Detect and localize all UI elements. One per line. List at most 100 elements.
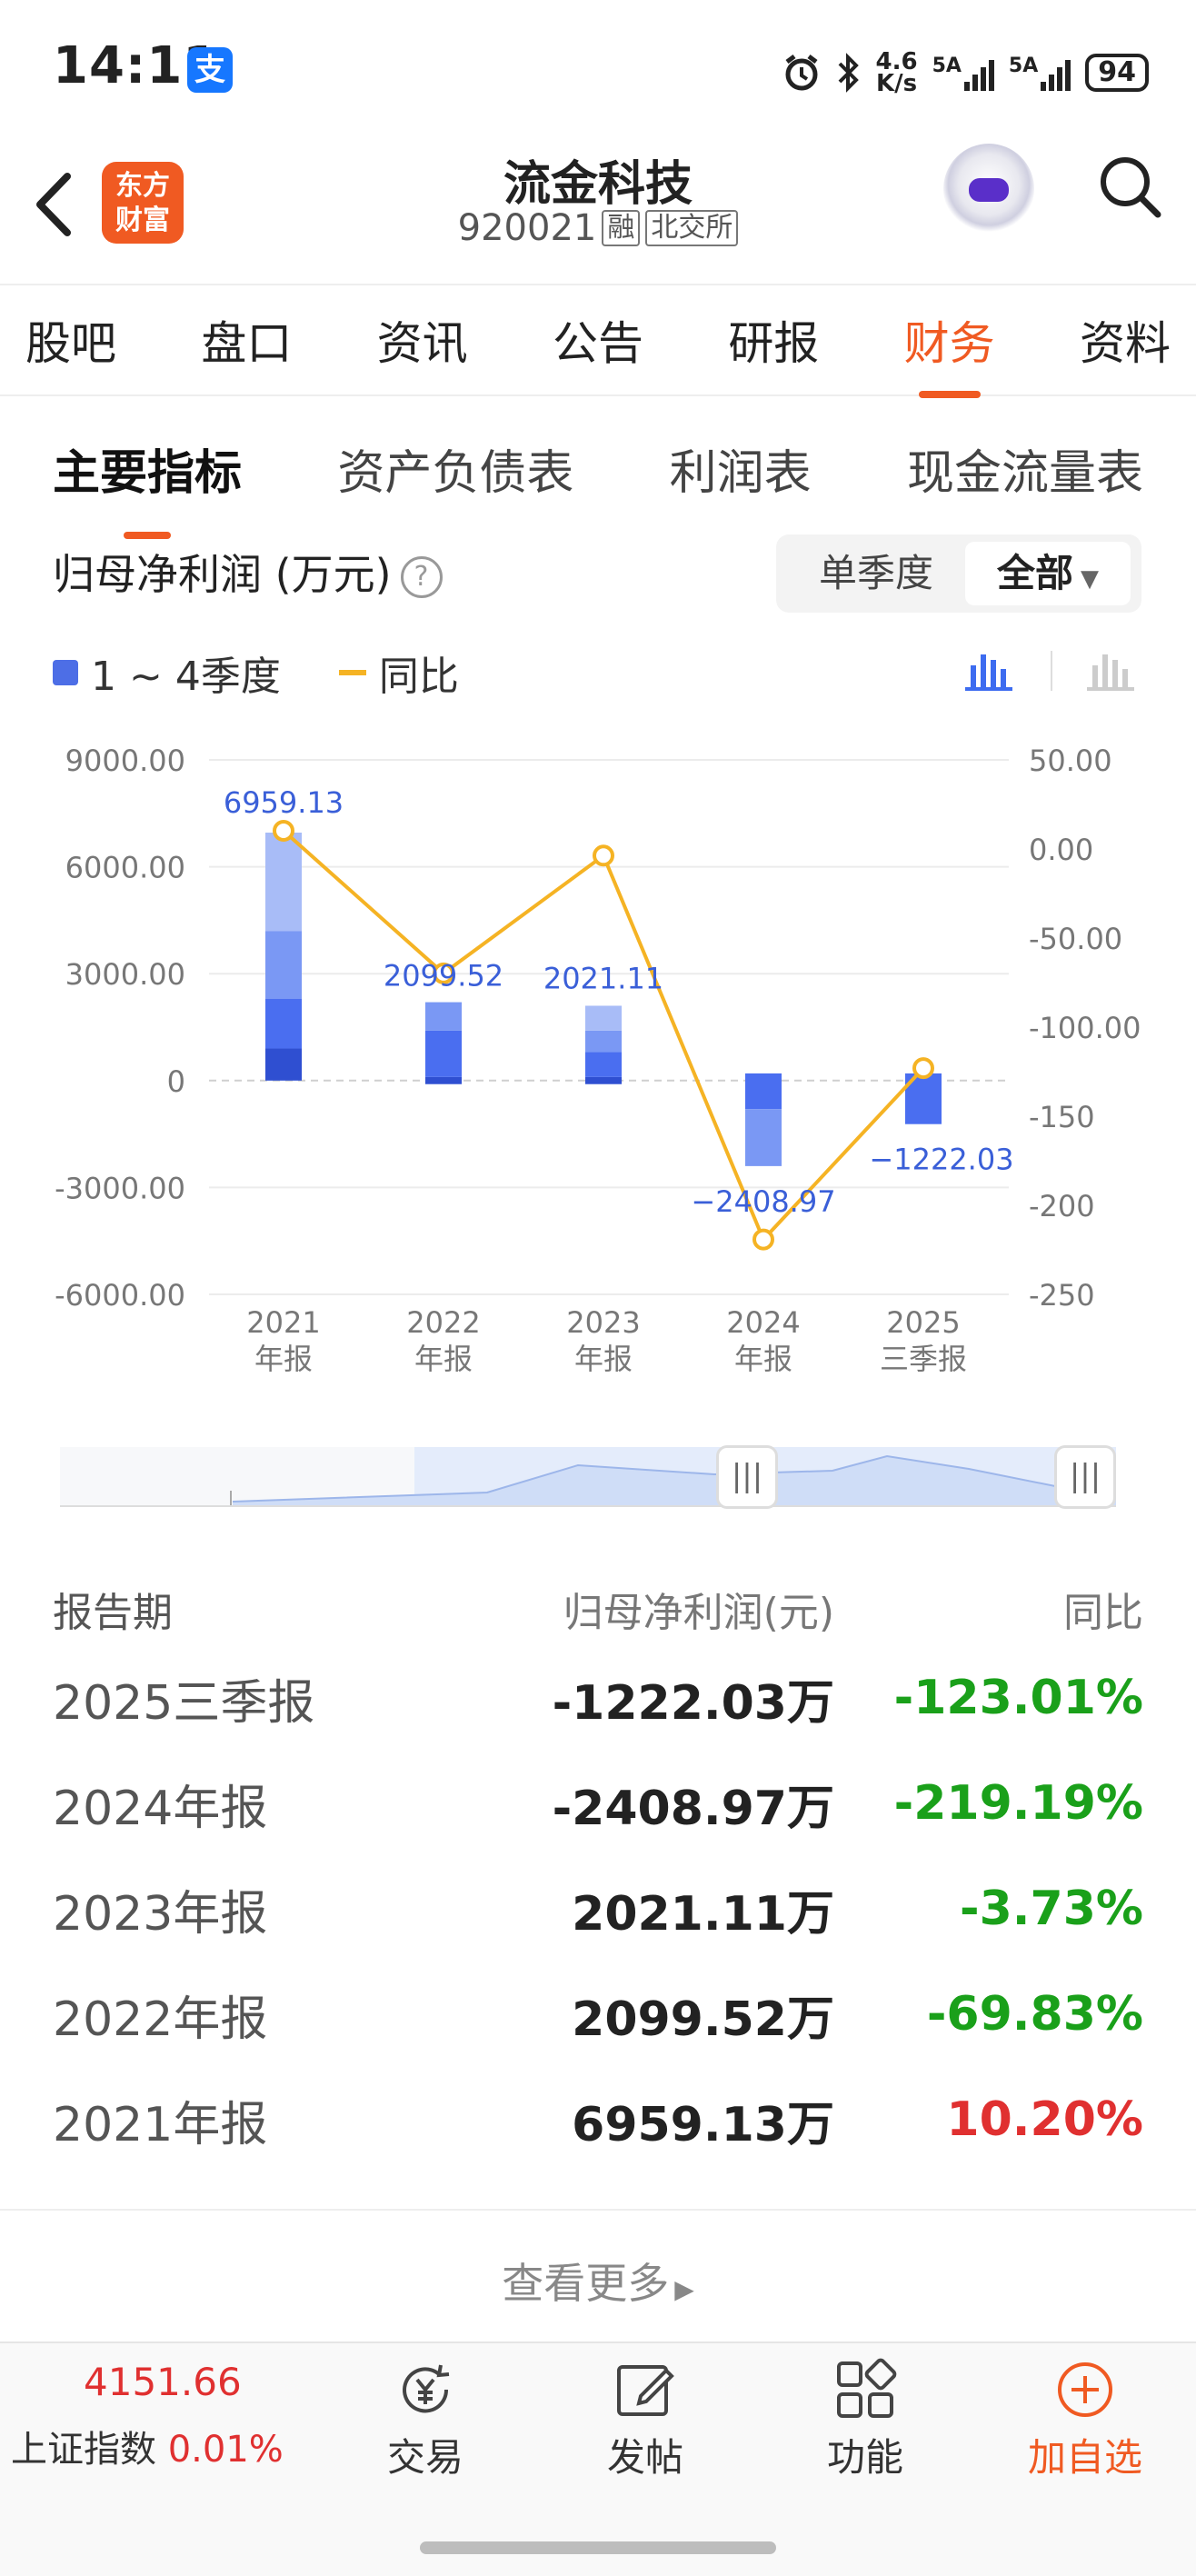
- bar-segment: [745, 1073, 782, 1110]
- index-value[interactable]: 4151.66: [84, 2360, 242, 2404]
- bar-segment: [585, 1005, 622, 1031]
- index-change: 0.01%: [167, 2429, 284, 2471]
- table-row[interactable]: 2024年报 -2408.97万 -219.19%: [53, 1751, 1143, 1856]
- y-tick-right: 50.00: [1029, 744, 1112, 778]
- range-handle-right[interactable]: |||: [1054, 1445, 1116, 1509]
- bar-segment: [585, 1030, 622, 1053]
- tab-guba[interactable]: 股吧: [25, 307, 116, 373]
- exchange-tag: 北交所: [645, 210, 739, 246]
- subtab-income-statement[interactable]: 利润表: [670, 434, 812, 503]
- status-icons: 4.6 K/s 5A 5A 94: [782, 45, 1149, 100]
- bar-segment: [425, 1002, 462, 1031]
- bar-chart-icon[interactable]: [963, 647, 1014, 693]
- table-row[interactable]: 2021年报 6959.13万 10.20%: [53, 2067, 1143, 2172]
- legend-bar-label: 1 ~ 4季度: [91, 654, 281, 700]
- subtab-cash-flow[interactable]: 现金流量表: [907, 434, 1143, 503]
- index-name[interactable]: 上证指数 0.01%: [11, 2420, 284, 2472]
- finance-sub-tabs: 主要指标 资产负债表 利润表 现金流量表: [0, 400, 1196, 539]
- y-tick-left: 9000.00: [65, 744, 185, 778]
- y-tick-left: 6000.00: [65, 851, 185, 885]
- y-tick-right: -100.00: [1029, 1011, 1141, 1045]
- stock-code: 920021: [457, 207, 597, 249]
- signal-1-icon: 5A: [932, 55, 994, 91]
- table-row[interactable]: 2025三季报 -1222.03万 -123.01%: [53, 1645, 1143, 1751]
- y-tick-right: -50.00: [1029, 922, 1122, 956]
- y-tick-left: 3000.00: [65, 957, 185, 992]
- y-tick-right: -150: [1029, 1100, 1095, 1134]
- x-tick-type: 年报: [414, 1342, 473, 1376]
- bar-segment: [265, 1048, 302, 1081]
- legend-line-label: 同比: [378, 654, 459, 700]
- profit-chart: 9000.00 6000.00 3000.00 0 -3000.00 -6000.00 50…: [55, 744, 1141, 1376]
- yoy-point: [593, 844, 614, 867]
- x-tick-type: 年报: [574, 1342, 633, 1376]
- yoy-point: [752, 1228, 774, 1251]
- tab-profile[interactable]: 资料: [1080, 307, 1171, 373]
- y-tick-right: -250: [1029, 1278, 1095, 1313]
- period-single-quarter-button[interactable]: 单季度: [794, 542, 958, 605]
- yoy-point: [273, 820, 294, 843]
- bar-segment: [745, 1109, 782, 1166]
- signal-2-icon: 5A: [1009, 55, 1071, 91]
- robot-face: [969, 178, 1009, 202]
- grid-icon: [837, 2358, 897, 2418]
- caret-down-icon: ▼: [1081, 565, 1099, 593]
- subtab-balance-sheet[interactable]: 资产负债表: [337, 434, 573, 503]
- battery-icon: 94: [1085, 54, 1149, 92]
- alarm-icon: [785, 55, 817, 91]
- profit-table: 报告期 归母净利润(元) 同比 2025三季报 -1222.03万 -123.0…: [53, 1573, 1143, 2172]
- table-row[interactable]: 2023年报 2021.11万 -3.73%: [53, 1856, 1143, 1962]
- post-button[interactable]: 发帖: [582, 2358, 709, 2482]
- view-more-link[interactable]: 查看更多 ▶: [0, 2251, 1196, 2311]
- tab-news[interactable]: 资讯: [377, 307, 468, 373]
- main-tabs: 股吧 盘口 资讯 公告 研报 财务 资料: [0, 284, 1196, 398]
- tab-finance[interactable]: 财务: [904, 307, 995, 398]
- tab-research[interactable]: 研报: [728, 307, 819, 373]
- bar-segment: [585, 1052, 622, 1077]
- bar-segment: [265, 931, 302, 999]
- x-tick-year: 2022: [406, 1305, 480, 1340]
- edit-icon: [617, 2365, 674, 2416]
- bar-segment: [265, 998, 302, 1049]
- search-icon[interactable]: [1096, 153, 1163, 220]
- trade-icon: [403, 2364, 450, 2413]
- data-label: 6959.13: [224, 785, 344, 820]
- plus-circle-icon: [1058, 2362, 1112, 2417]
- yoy-point: [912, 1057, 934, 1080]
- function-button[interactable]: 功能: [802, 2358, 929, 2482]
- bar-segment: [425, 1076, 462, 1084]
- add-watchlist-button[interactable]: 加自选: [1022, 2358, 1149, 2482]
- tab-announcement[interactable]: 公告: [553, 307, 643, 373]
- bar-chart-alt-icon[interactable]: [1085, 647, 1136, 693]
- home-indicator[interactable]: [420, 2541, 776, 2554]
- x-tick-year: 2021: [246, 1305, 320, 1340]
- help-icon[interactable]: ?: [400, 556, 443, 598]
- legend-line-swatch: [338, 670, 366, 675]
- chart-legend: 1 ~ 4季度 同比: [53, 644, 459, 702]
- bar-segment: [265, 833, 302, 932]
- bar-segment: [585, 1076, 622, 1084]
- subtab-key-indicators[interactable]: 主要指标: [53, 434, 242, 539]
- range-handle-left[interactable]: |||: [716, 1445, 778, 1509]
- bluetooth-icon: [838, 53, 859, 93]
- x-tick-year: 2023: [566, 1305, 640, 1340]
- x-tick-type: 三季报: [880, 1342, 967, 1376]
- tab-pankou[interactable]: 盘口: [201, 307, 292, 373]
- x-tick-year: 2024: [726, 1305, 800, 1340]
- data-label: −1222.03: [869, 1143, 1013, 1177]
- range-selector[interactable]: [60, 1447, 1116, 1507]
- margin-tag: 融: [602, 210, 641, 246]
- chart-title: 归母净利润 (万元)?: [53, 542, 443, 602]
- table-row[interactable]: 2022年报 2099.52万 -69.83%: [53, 1962, 1143, 2067]
- data-label: 2099.52: [384, 958, 503, 993]
- net-speed: 4.6 K/s: [875, 48, 918, 97]
- y-tick-left: 0: [167, 1064, 185, 1099]
- data-label: −2408.97: [691, 1184, 835, 1219]
- y-tick-right: 0.00: [1029, 833, 1093, 867]
- trade-button[interactable]: 交易: [362, 2358, 489, 2482]
- y-tick-left: -6000.00: [55, 1278, 185, 1313]
- divider: [1051, 651, 1052, 691]
- period-all-dropdown[interactable]: 全部 ▼: [965, 542, 1131, 605]
- alipay-icon: 支: [187, 47, 233, 93]
- table-header: 报告期 归母净利润(元) 同比: [53, 1590, 1143, 1636]
